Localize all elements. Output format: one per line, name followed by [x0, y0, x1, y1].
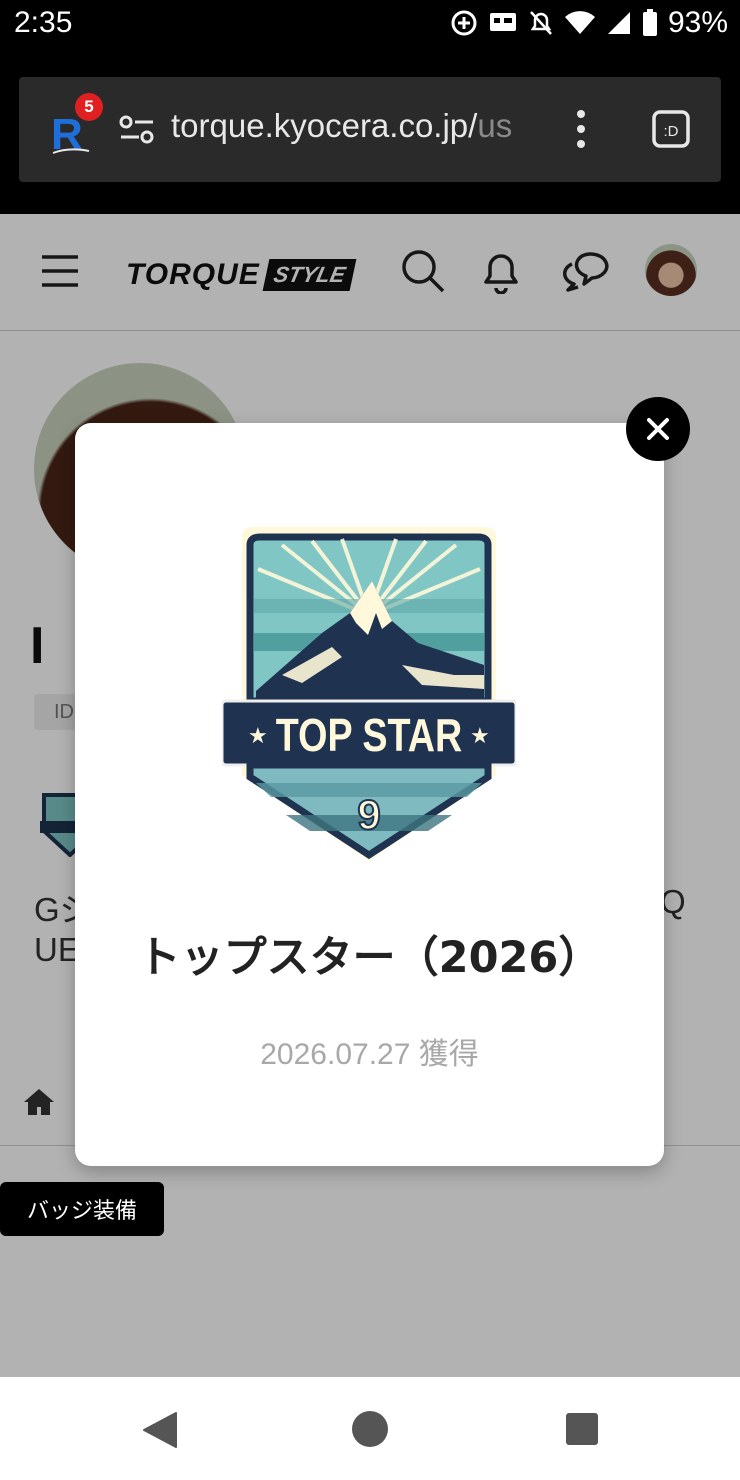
battery-percent: 93%: [667, 6, 728, 39]
url-host: torque.kyocera.co.jp/: [171, 107, 478, 144]
notification-badge: 5: [75, 93, 103, 121]
equip-badge-button[interactable]: バッジ装備: [0, 1182, 164, 1236]
android-nav-bar: [0, 1377, 740, 1480]
data-saver-icon: [451, 10, 477, 36]
status-bar: 2:35 93%: [0, 0, 740, 52]
back-icon[interactable]: [142, 1411, 178, 1449]
mute-icon: [530, 11, 552, 35]
url-bar[interactable]: R 5 torque.kyocera.co.jp/us :D: [19, 77, 721, 182]
emblem-text: TOP STAR: [276, 709, 462, 760]
close-modal-button[interactable]: [626, 397, 690, 461]
top-star-badge-image: ★ ★ TOP STAR 9: [222, 527, 516, 861]
signal-icon: [607, 12, 630, 34]
more-options-icon[interactable]: [574, 109, 588, 149]
status-time: 2:35: [14, 6, 73, 39]
svg-text:★: ★: [248, 724, 268, 749]
badge-earned-date: 2026.07.27 獲得: [260, 1038, 479, 1071]
recents-icon[interactable]: [565, 1412, 599, 1446]
badge-modal: ★ ★ TOP STAR 9 トップスター（2026） 2026.07.27 獲…: [75, 423, 664, 1166]
close-icon: [647, 418, 669, 440]
site-settings-icon[interactable]: [119, 115, 155, 145]
status-icons: 93%: [450, 6, 728, 40]
url-text[interactable]: torque.kyocera.co.jp/us: [171, 107, 521, 145]
emblem-number: 9: [357, 791, 380, 838]
badge-title: トップスター（2026）: [137, 933, 602, 983]
cast-icon: [489, 13, 516, 31]
wifi-icon: [564, 11, 595, 34]
svg-text:★: ★: [470, 724, 490, 749]
svg-text::D: :D: [664, 123, 679, 140]
url-path: us: [477, 107, 513, 144]
tab-switcher-icon[interactable]: :D: [651, 109, 691, 149]
home-circle-icon[interactable]: [351, 1410, 389, 1448]
rakuten-extension-button[interactable]: R 5: [49, 93, 111, 159]
battery-icon: [642, 9, 657, 36]
